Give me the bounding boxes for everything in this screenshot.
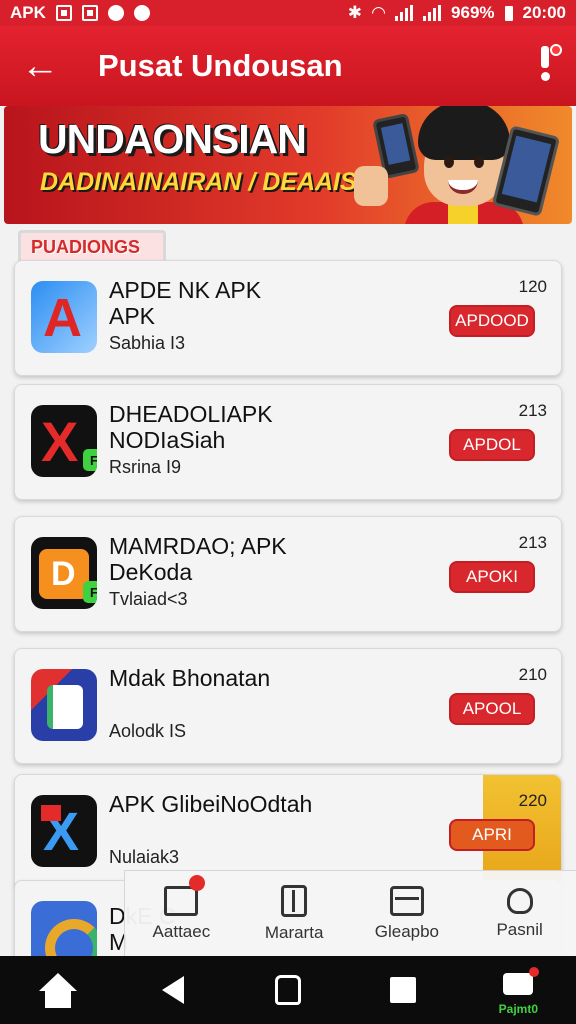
app-name: DHEADOLIAPK NODIaSiah — [109, 401, 273, 453]
recents-icon[interactable] — [373, 960, 433, 1020]
list-item[interactable]: APDE NK APK APK Sabhia I3 120 APDOOD — [14, 260, 562, 376]
bluetooth-icon: ✱ — [347, 3, 362, 22]
back-icon[interactable] — [143, 960, 203, 1020]
download-button[interactable]: APOKI — [449, 561, 535, 593]
battery-level: 969% — [451, 3, 495, 22]
tab-label: Aattaec — [152, 921, 211, 941]
tab-gleapbo[interactable]: Gleapbo — [351, 871, 464, 956]
battery-icon — [504, 5, 513, 21]
person-icon — [506, 887, 533, 914]
clock: 20:00 — [522, 3, 566, 22]
app-d-icon: F — [31, 537, 97, 609]
app-shortcut-label: Pajmt0 — [498, 1002, 539, 1016]
app-name: Mdak Bhonatan — [109, 665, 271, 691]
alert-icon[interactable] — [532, 44, 562, 86]
app-name: APK GlibeiNoOdtah — [109, 791, 313, 817]
list-item[interactable]: Mdak Bhonatan Aolodk IS 210 APOOL — [14, 648, 562, 764]
app-subtitle: Sabhia I3 — [109, 333, 186, 353]
notification-icon — [55, 5, 72, 21]
list-item[interactable]: F DHEADOLIAPK NODIaSiah Rsrina I9 213 AP… — [14, 384, 562, 500]
page-title: Pusat Undousan — [98, 48, 343, 83]
banner-subtitle: DADINAINAIRAN / DEAAIS — [40, 168, 357, 196]
home-icon[interactable] — [28, 960, 88, 1020]
badge-icon: F — [83, 449, 97, 471]
promo-banner[interactable]: UNDAONSIAN DADINAINAIRAN / DEAAIS — [4, 106, 572, 224]
badge-icon: F — [83, 581, 97, 603]
system-nav-bar: Pajmt0 — [0, 956, 576, 1024]
app-g-icon — [31, 669, 97, 741]
app-subtitle: Rsrina I9 — [109, 457, 182, 477]
download-button[interactable]: APOOL — [449, 693, 535, 725]
app-bar: ← Pusat Undousan — [0, 26, 576, 106]
app-count: 213 — [518, 401, 547, 420]
app-x2-icon — [31, 795, 97, 867]
download-button[interactable]: APDOOD — [449, 305, 535, 337]
card-icon — [389, 885, 424, 916]
status-left: APK — [10, 3, 150, 23]
tab-pasnil[interactable]: Pasnil — [463, 871, 576, 956]
app-count: 120 — [518, 277, 547, 296]
app-count: 220 — [518, 791, 547, 810]
list-item[interactable]: F MAMRDAO; APK DeKoda Tvlaiad<3 213 APOK… — [14, 516, 562, 632]
bottom-tab-bar: Aattaec Mararta Gleapbo Pasnil — [124, 870, 576, 956]
app-name: APDE NK APK APK — [109, 277, 262, 329]
tab-aattaec[interactable]: Aattaec — [125, 871, 238, 956]
section-label: PUADIONGS — [18, 230, 166, 264]
signal-icon — [423, 5, 442, 21]
app-shortcut-icon[interactable]: Pajmt0 — [488, 960, 548, 1020]
house-icon[interactable] — [258, 960, 318, 1020]
hand-illustration — [354, 166, 388, 206]
folder-icon — [164, 874, 206, 916]
tab-label: Mararta — [264, 922, 324, 942]
download-button[interactable]: APRI — [449, 819, 535, 851]
banner-title: UNDAONSIAN — [38, 116, 307, 162]
app-count: 213 — [518, 533, 547, 552]
app-subtitle: Tvlaiad<3 — [109, 589, 188, 609]
wifi-icon: ◠ — [371, 3, 386, 22]
status-label: APK — [10, 3, 46, 22]
app-a-icon — [31, 281, 97, 353]
status-right: ✱ ◠ 969% 20:00 — [348, 3, 566, 23]
app-subtitle: Aolodk IS — [109, 721, 187, 741]
clipboard-icon — [281, 884, 308, 917]
tab-label: Pasnil — [496, 919, 543, 939]
back-arrow-icon[interactable]: ← — [10, 36, 70, 96]
app-name: MAMRDAO; APK DeKoda — [109, 533, 287, 585]
signal-icon — [395, 5, 414, 21]
tab-mararta[interactable]: Mararta — [238, 871, 351, 956]
shield-icon — [107, 5, 124, 21]
app-subtitle: Nulaiak3 — [109, 847, 180, 867]
tab-label: Gleapbo — [374, 921, 440, 941]
status-bar: APK ✱ ◠ 969% 20:00 — [0, 0, 576, 26]
download-button[interactable]: APDOL — [449, 429, 535, 461]
app-count: 210 — [518, 665, 547, 684]
notification-icon — [81, 5, 98, 21]
app-x-icon: F — [31, 405, 97, 477]
vpn-icon — [133, 5, 150, 21]
